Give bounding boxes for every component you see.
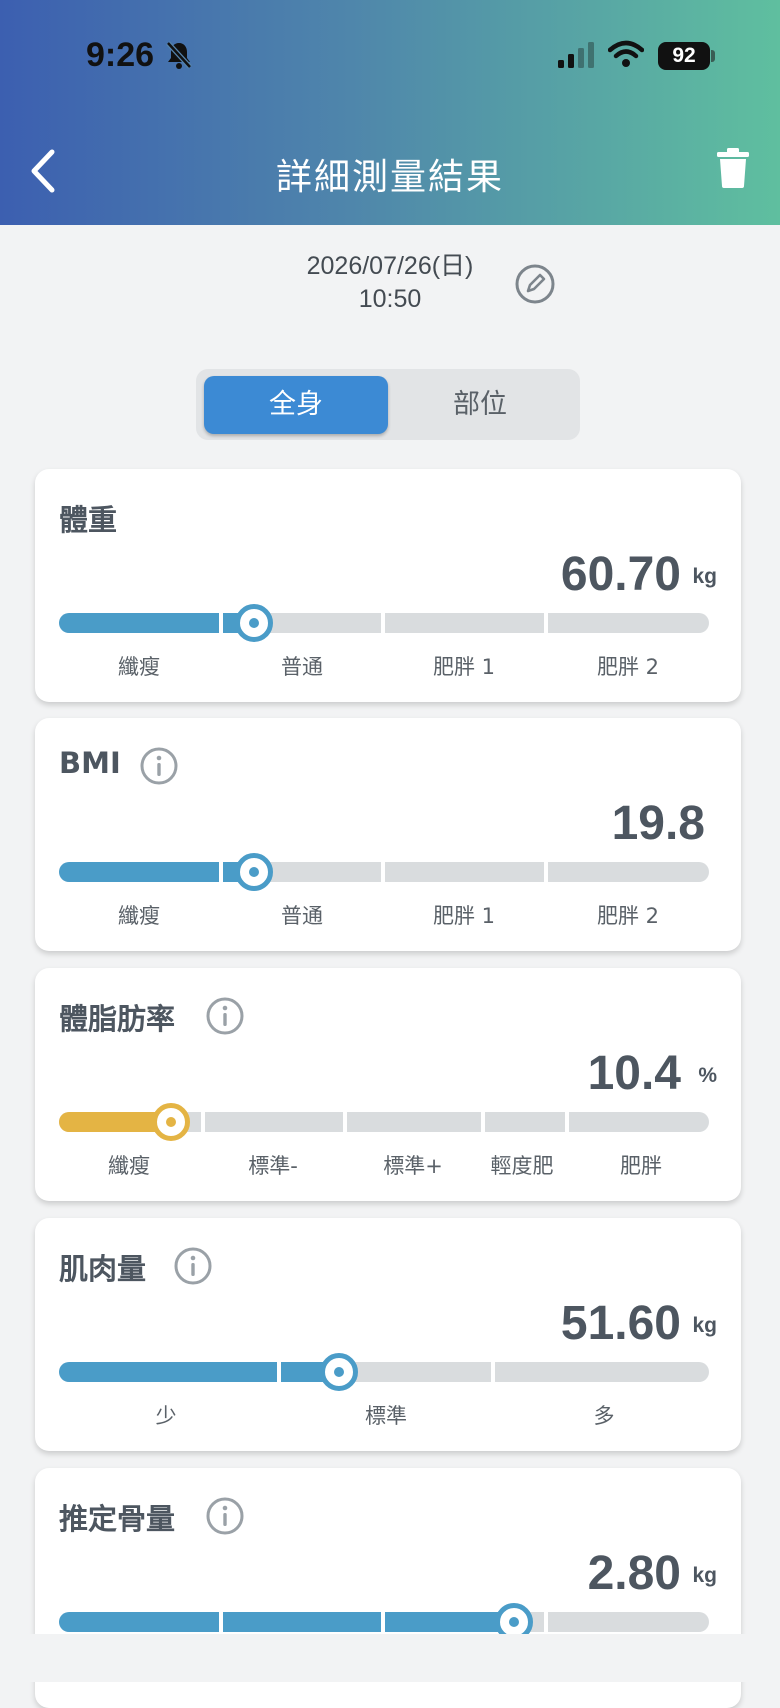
trash-icon — [717, 148, 749, 188]
range-label: 纖瘦 — [108, 1154, 150, 1178]
range-labels: 纖瘦 普通 肥胖 1 肥胖 2 — [59, 900, 709, 930]
signal-icon — [558, 42, 596, 72]
range-label: 普通 — [281, 655, 323, 679]
info-icon[interactable] — [205, 996, 245, 1040]
card-title: 體脂肪率 — [59, 1002, 176, 1036]
delete-button[interactable] — [716, 148, 750, 192]
card-body-fat[interactable]: 體脂肪率 10.4 % 纖瘦 標準- 標準+ 輕度肥 肥胖 — [35, 968, 741, 1201]
page-title: 詳細測量結果 — [275, 157, 504, 198]
battery-nub — [711, 50, 715, 62]
range-segment-3 — [495, 1362, 709, 1382]
range-segment-1 — [59, 1362, 277, 1382]
range-segment-1 — [59, 862, 219, 882]
range-segment-3 — [347, 1112, 481, 1132]
value-marker — [235, 853, 273, 891]
range-segment-3 — [385, 613, 544, 633]
range-segment-5 — [569, 1112, 709, 1132]
card-title: BMI — [59, 746, 121, 780]
range-label: 少 — [155, 1404, 177, 1428]
card-value: 60.70 — [560, 548, 681, 601]
card-bmi[interactable]: BMI 19.8 纖瘦 普通 肥胖 1 肥胖 2 — [35, 718, 741, 951]
card-title: 體重 — [59, 503, 118, 537]
range-segment-3 — [385, 862, 544, 882]
card-unit: % — [698, 1064, 717, 1087]
range-bar — [59, 1353, 709, 1391]
value-marker — [235, 604, 273, 642]
view-toggle: 全身 部位 — [196, 369, 580, 440]
wifi-icon — [607, 40, 645, 72]
range-label: 纖瘦 — [118, 904, 160, 928]
card-value: 51.60 — [560, 1297, 681, 1350]
tab-body-part[interactable]: 部位 — [388, 376, 572, 434]
range-label: 多 — [593, 1404, 615, 1428]
range-label: 輕度肥 — [490, 1154, 554, 1178]
bottom-safe-area — [0, 1634, 780, 1682]
range-label: 標準- — [248, 1154, 298, 1178]
card-title: 推定骨量 — [59, 1502, 176, 1536]
range-bar — [59, 853, 709, 891]
card-weight[interactable]: 體重 60.70 kg 纖瘦 普通 肥胖 1 肥胖 2 — [35, 469, 741, 702]
pencil-icon — [515, 264, 555, 304]
card-unit: kg — [692, 1314, 717, 1337]
value-marker — [320, 1353, 358, 1391]
range-segment-2 — [223, 1612, 381, 1632]
range-segment-4 — [485, 1112, 565, 1132]
range-segment-2 — [205, 1112, 343, 1132]
card-unit: kg — [692, 565, 717, 588]
range-segment-4 — [548, 862, 709, 882]
bell-slash-icon — [165, 40, 193, 74]
range-label: 標準+ — [383, 1154, 443, 1178]
range-segment-1 — [59, 1612, 219, 1632]
range-label: 肥胖 2 — [596, 904, 660, 928]
measurement-time: 10:50 — [358, 285, 422, 313]
info-icon[interactable] — [139, 746, 179, 790]
card-title: 肌肉量 — [59, 1252, 147, 1286]
range-bar — [59, 604, 709, 642]
range-label: 肥胖 2 — [596, 655, 660, 679]
tab-whole-body[interactable]: 全身 — [204, 376, 388, 434]
range-bar — [59, 1603, 709, 1641]
edit-button[interactable] — [514, 263, 556, 309]
card-unit: kg — [692, 1564, 717, 1587]
card-value: 19.8 — [611, 797, 705, 850]
range-labels: 纖瘦 標準- 標準+ 輕度肥 肥胖 — [59, 1150, 709, 1180]
card-value: 2.80 — [587, 1547, 681, 1600]
status-time: 9:26 — [86, 36, 155, 74]
measurement-date: 2026/07/26(日) — [306, 252, 474, 280]
battery-level: 92 — [658, 42, 710, 70]
range-label: 纖瘦 — [118, 655, 160, 679]
range-segment-1 — [59, 613, 219, 633]
range-label: 標準 — [365, 1404, 407, 1428]
card-muscle-mass[interactable]: 肌肉量 51.60 kg 少 標準 多 — [35, 1218, 741, 1451]
range-label: 肥胖 — [620, 1154, 662, 1178]
range-segment-4 — [548, 613, 709, 633]
range-labels: 少 標準 多 — [59, 1400, 709, 1430]
card-value: 10.4 — [587, 1047, 681, 1100]
info-icon[interactable] — [205, 1496, 245, 1540]
range-label: 肥胖 1 — [432, 655, 496, 679]
range-label: 肥胖 1 — [432, 904, 496, 928]
info-icon[interactable] — [173, 1246, 213, 1290]
range-segment-4 — [548, 1612, 709, 1632]
range-labels: 纖瘦 普通 肥胖 1 肥胖 2 — [59, 651, 709, 681]
range-label: 普通 — [281, 904, 323, 928]
measurement-datetime: 2026/07/26(日) 10:50 — [280, 250, 500, 316]
range-bar — [59, 1103, 709, 1141]
app-header: 9:26 92 詳細測量結果 — [0, 0, 780, 225]
value-marker — [152, 1103, 190, 1141]
